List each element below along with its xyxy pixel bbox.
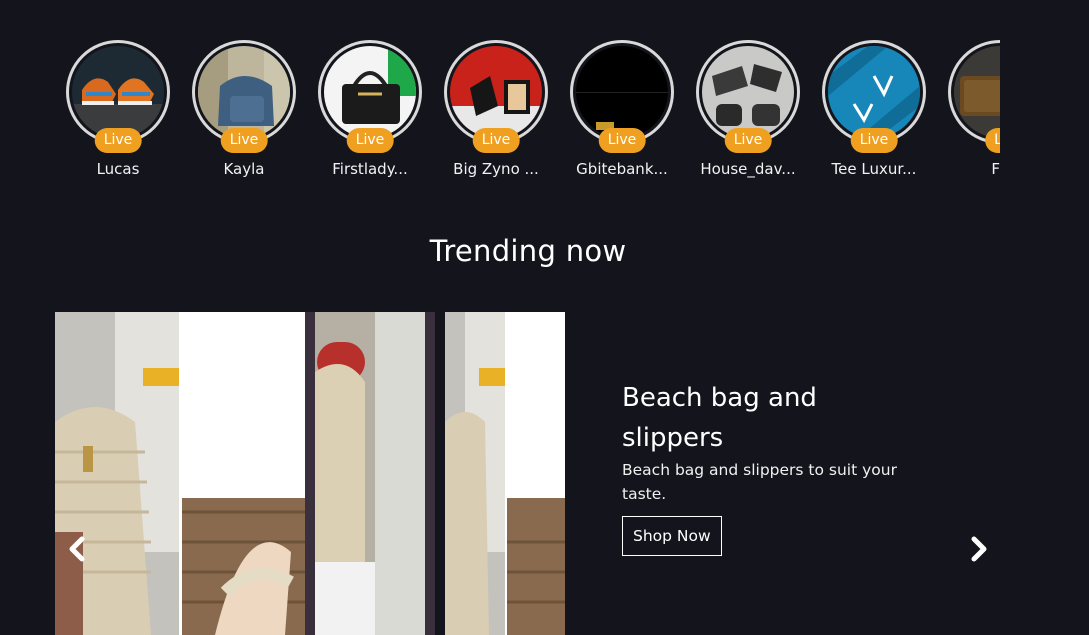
story-firstlady[interactable]: Live Firstlady...	[307, 40, 433, 190]
story-avatar[interactable]: Li	[948, 40, 1000, 153]
chevron-right-icon	[971, 536, 987, 562]
section-title-trending: Trending now	[429, 234, 627, 268]
story-avatar[interactable]: Live	[570, 40, 674, 153]
live-badge: Live	[346, 128, 394, 153]
story-avatar[interactable]: Live	[318, 40, 422, 153]
live-badge: Live	[724, 128, 772, 153]
story-avatar[interactable]: Live	[696, 40, 800, 153]
avatar-image-dark	[576, 46, 668, 138]
story-name: House_dav...	[700, 160, 796, 178]
carousel-next-button[interactable]	[964, 532, 994, 566]
story-name: Kayla	[223, 160, 265, 178]
story-avatar[interactable]: Live	[192, 40, 296, 153]
avatar-image-red-bag	[450, 46, 542, 138]
story-avatar[interactable]: Live	[822, 40, 926, 153]
carousel-prev-button[interactable]	[62, 532, 92, 566]
story-kayla[interactable]: Live Kayla	[181, 40, 307, 190]
avatar-image-handbag	[324, 46, 416, 138]
story-house-dav[interactable]: Live House_dav...	[685, 40, 811, 190]
live-badge: Live	[94, 128, 142, 153]
live-stories-row: Live Lucas Live Kayla Live Firstlady... …	[55, 40, 1000, 190]
live-badge: Live	[598, 128, 646, 153]
story-big-zyno[interactable]: Live Big Zyno ...	[433, 40, 559, 190]
chevron-left-icon	[69, 536, 85, 562]
story-name: Fo	[991, 160, 1000, 178]
story-gbitebank[interactable]: Live Gbitebank...	[559, 40, 685, 190]
story-name: Big Zyno ...	[453, 160, 539, 178]
story-tee-luxur[interactable]: Live Tee Luxur...	[811, 40, 937, 190]
story-name: Firstlady...	[332, 160, 408, 178]
avatar-image-blue-shirts	[828, 46, 920, 138]
slide-image-bag	[55, 312, 305, 635]
slide-description: Beach bag and slippers to suit your tast…	[622, 461, 897, 503]
live-badge: Li	[985, 128, 1000, 153]
live-badge: Live	[220, 128, 268, 153]
live-badge: Live	[472, 128, 520, 153]
shop-now-button[interactable]: Shop Now	[622, 516, 722, 556]
slide-title: Beach bag and slippers	[622, 383, 817, 453]
story-name: Tee Luxur...	[831, 160, 917, 178]
trending-slide-images[interactable]	[55, 312, 565, 635]
avatar-image-open-sign	[954, 46, 1000, 138]
slide-image-bag-repeat	[445, 312, 565, 635]
story-avatar[interactable]: Live	[444, 40, 548, 153]
avatar-image-backpack	[198, 46, 290, 138]
story-name: Gbitebank...	[576, 160, 668, 178]
avatar-image-slides	[702, 46, 794, 138]
avatar-image-sneakers	[72, 46, 164, 138]
story-avatar[interactable]: Live	[66, 40, 170, 153]
live-badge: Live	[850, 128, 898, 153]
story-lucas[interactable]: Live Lucas	[55, 40, 181, 190]
story-name: Lucas	[96, 160, 140, 178]
story-partial[interactable]: Li Fo	[937, 40, 1000, 190]
slide-image-street	[305, 312, 435, 635]
